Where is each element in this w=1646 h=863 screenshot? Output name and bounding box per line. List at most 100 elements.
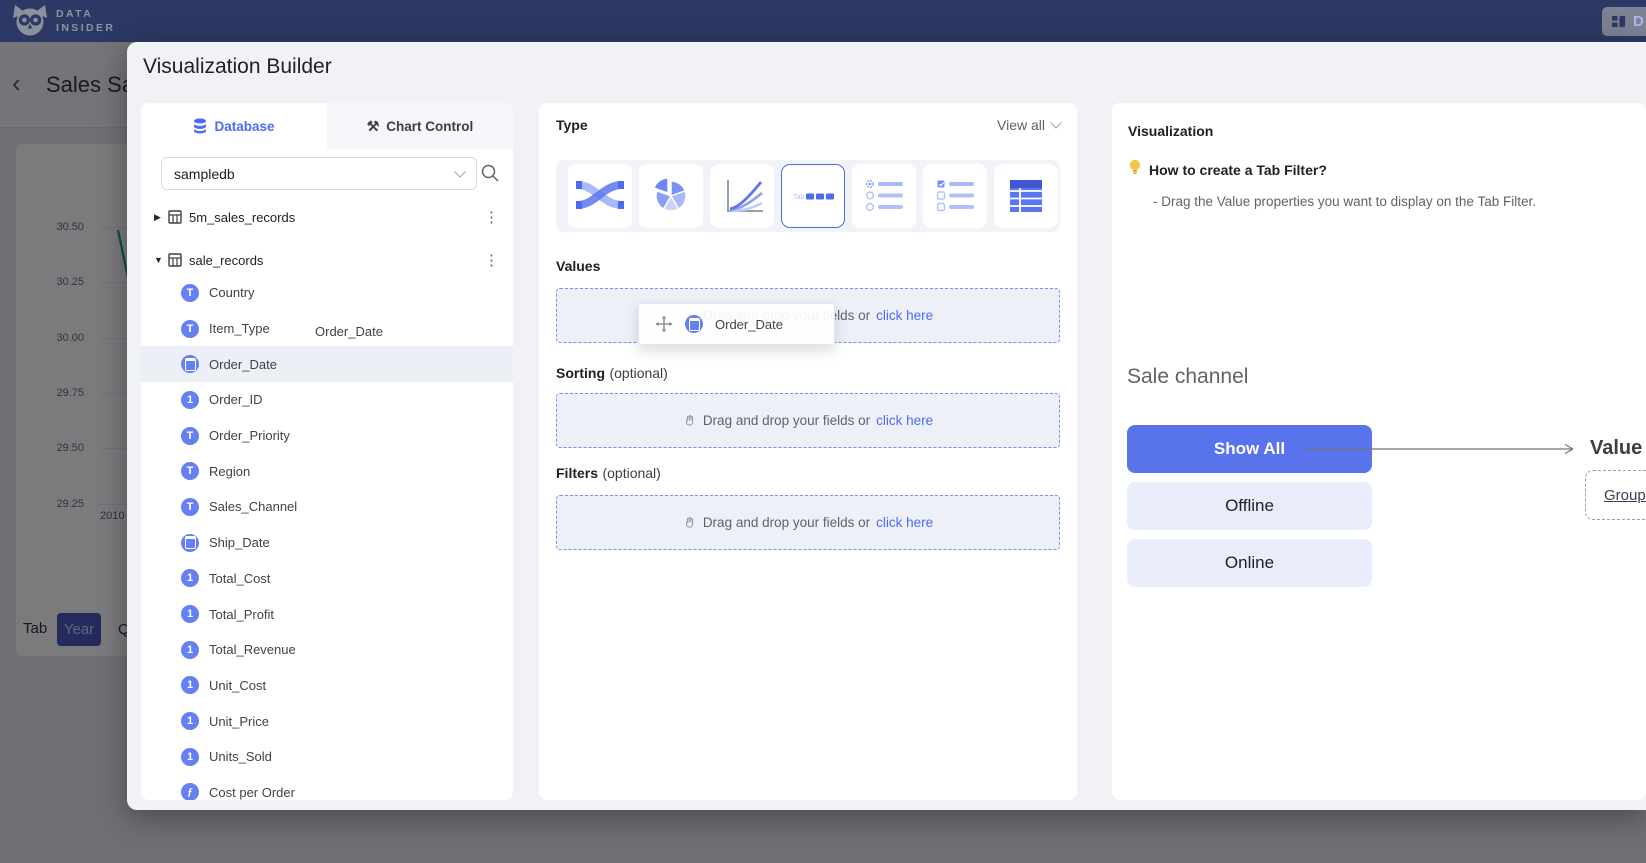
annotation-group-box: Group: [1585, 470, 1646, 520]
dashboard-button[interactable]: D: [1602, 7, 1646, 36]
chart-type-table[interactable]: [994, 164, 1058, 228]
search-icon[interactable]: [480, 163, 500, 183]
brand-text: DATA INSIDER: [56, 7, 115, 35]
field-row[interactable]: 1 Unit_Cost: [141, 668, 513, 704]
field-label: Order_Date: [209, 357, 277, 372]
drag-source-ghost-label: Order_Date: [315, 324, 383, 339]
move-icon: [655, 315, 673, 333]
chevron-down-icon: [1050, 117, 1061, 128]
sorting-dropzone[interactable]: Drag and drop your fields or click here: [556, 393, 1060, 448]
dashboard-button-label: D: [1633, 13, 1644, 30]
dropzone-placeholder: Drag and drop your fields or: [703, 515, 870, 530]
field-label: Total_Cost: [209, 571, 270, 586]
number-field-icon: 1: [181, 676, 199, 694]
number-field-icon: 1: [181, 569, 199, 587]
field-label: Order_ID: [209, 392, 262, 407]
table-row[interactable]: ▼ sale_records ⋮: [141, 245, 513, 275]
view-all-button[interactable]: View all: [997, 117, 1060, 133]
field-label: Cost per Order: [209, 785, 295, 800]
drag-hand-icon: [683, 414, 697, 428]
field-row[interactable]: 1 Units_Sold: [141, 739, 513, 775]
filters-dropzone[interactable]: Drag and drop your fields or click here: [556, 495, 1060, 550]
field-row[interactable]: 1Total_Revenue: [141, 632, 513, 668]
chart-type-multi-select-list[interactable]: [923, 164, 987, 228]
annotation-group-label[interactable]: Group: [1604, 487, 1646, 504]
number-field-icon: 1: [181, 605, 199, 623]
tools-icon: ⚒: [367, 118, 380, 135]
field-row[interactable]: 1 Total_Cost: [141, 561, 513, 597]
lightbulb-icon: [1127, 158, 1143, 176]
modal-title: Visualization Builder: [143, 55, 332, 79]
annotation-value-label: Value: [1590, 437, 1642, 460]
tab-database-label: Database: [214, 119, 274, 134]
field-row[interactable]: ƒ Cost per Order: [141, 775, 513, 800]
text-field-icon: T: [181, 320, 199, 338]
field-row[interactable]: TSales_Channel: [141, 489, 513, 525]
chart-type-line[interactable]: [710, 164, 774, 228]
schema-tree: ▶ 5m_sales_records ⋮ ▼: [141, 202, 513, 800]
field-row[interactable]: T Order_Priority: [141, 418, 513, 454]
tab-database[interactable]: Database: [141, 103, 327, 149]
field-label: Total_Profit: [209, 607, 274, 622]
sorting-section-label: Sorting (optional): [556, 365, 668, 383]
kebab-menu-icon[interactable]: ⋮: [484, 208, 499, 226]
screen: ‹ Sales Sa 30.50 30.25 30.00 29.75 29.50…: [0, 0, 1646, 863]
field-label: Item_Type: [209, 321, 270, 336]
field-label: Units_Sold: [209, 749, 272, 764]
tab-chart-control[interactable]: ⚒ Chart Control: [327, 103, 513, 149]
chart-type-pie[interactable]: [639, 164, 703, 228]
table-icon: [168, 210, 182, 224]
expander-expanded-icon[interactable]: ▼: [154, 255, 168, 265]
visualization-builder-modal: Visualization Builder Database ⚒ Chart C…: [127, 42, 1646, 810]
left-tabs: Database ⚒ Chart Control: [141, 103, 513, 149]
date-field-icon: [181, 355, 199, 373]
number-field-icon: 1: [181, 748, 199, 766]
table-row[interactable]: ▶ 5m_sales_records ⋮: [141, 202, 513, 232]
field-label: Order_Priority: [209, 428, 290, 443]
function-field-icon: ƒ: [181, 783, 199, 800]
annotation-arrow: [1305, 441, 1583, 457]
field-row-dragging[interactable]: Order_Date: [141, 346, 513, 382]
tab-mini-label: Tab: [793, 194, 804, 201]
table-name: 5m_sales_records: [189, 210, 295, 225]
kebab-menu-icon[interactable]: ⋮: [484, 251, 499, 269]
field-row[interactable]: Ship_Date: [141, 525, 513, 561]
field-label: Ship_Date: [209, 535, 270, 550]
tip-title: How to create a Tab Filter?: [1149, 162, 1327, 178]
chart-type-single-select-list[interactable]: [852, 164, 916, 228]
chart-type-tab-filter[interactable]: Tab: [781, 164, 845, 228]
database-select-value: sampledb: [174, 166, 235, 182]
line-chart-icon: [715, 169, 769, 223]
field-row[interactable]: TCountry: [141, 275, 513, 311]
visualization-header: Visualization: [1128, 123, 1213, 139]
chart-type-sankey[interactable]: [568, 164, 632, 228]
dashboard-icon: [1611, 14, 1626, 29]
expander-collapsed-icon[interactable]: ▶: [154, 212, 168, 223]
radio-list-icon: [857, 169, 911, 223]
field-row[interactable]: 1 Total_Profit: [141, 596, 513, 632]
type-section-label: Type: [556, 117, 588, 133]
text-field-icon: T: [181, 498, 199, 516]
field-row[interactable]: TRegion: [141, 453, 513, 489]
chart-type-strip: Tab: [556, 160, 1060, 232]
text-field-icon: T: [181, 427, 199, 445]
chevron-down-icon: [454, 166, 465, 177]
owl-logo-icon: [11, 4, 49, 39]
click-here-link[interactable]: click here: [876, 308, 933, 323]
filter-option-offline[interactable]: Offline: [1127, 482, 1372, 530]
database-panel: Database ⚒ Chart Control sampledb ▶: [141, 103, 513, 800]
tab-filter-icon: Tab: [786, 169, 840, 223]
drag-hand-icon: [683, 516, 697, 530]
values-section-label: Values: [556, 258, 600, 276]
field-label: Unit_Cost: [209, 678, 266, 693]
number-field-icon: 1: [181, 712, 199, 730]
field-label: Unit_Price: [209, 714, 269, 729]
field-row[interactable]: 1Order_ID: [141, 382, 513, 418]
field-label: Country: [209, 285, 255, 300]
click-here-link[interactable]: click here: [876, 515, 933, 530]
click-here-link[interactable]: click here: [876, 413, 933, 428]
tip-body: - Drag the Value properties you want to …: [1153, 194, 1536, 209]
filter-option-online[interactable]: Online: [1127, 539, 1372, 587]
database-select[interactable]: sampledb: [161, 157, 477, 190]
field-row[interactable]: 1 Unit_Price: [141, 703, 513, 739]
